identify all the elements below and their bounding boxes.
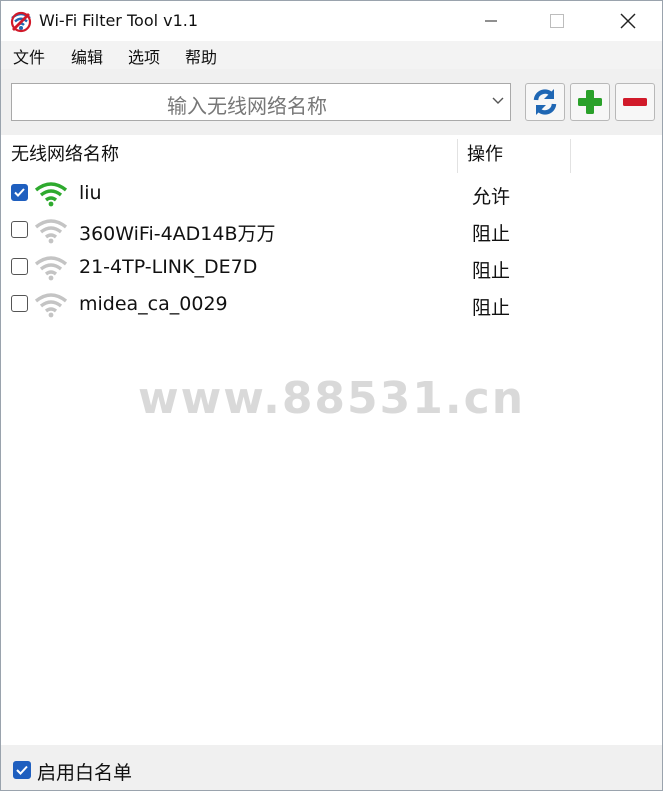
maximize-icon <box>550 14 564 28</box>
minus-icon <box>623 98 647 106</box>
column-divider[interactable] <box>457 139 458 173</box>
row-checkbox[interactable] <box>11 221 28 238</box>
checkmark-icon <box>14 188 25 197</box>
menu-bar: 文件 编辑 选项 帮助 <box>1 41 662 69</box>
column-divider[interactable] <box>570 139 571 173</box>
table-row[interactable]: 360WiFi-4AD14B万万 阻止 <box>5 212 662 249</box>
wifi-signal-icon <box>34 293 68 318</box>
network-list: 无线网络名称 操作 liu 允许 360WiFi-4AD14B万万 阻止 21-… <box>5 137 662 743</box>
network-action[interactable]: 允许 <box>472 182 510 209</box>
network-action[interactable]: 阻止 <box>472 219 510 246</box>
network-name-placeholder: 输入无线网络名称 <box>167 94 327 118</box>
minimize-icon <box>485 20 497 22</box>
wifi-filter-app-icon <box>10 11 32 33</box>
table-row[interactable]: liu 允许 <box>5 175 662 212</box>
network-name: liu <box>79 182 102 204</box>
network-action[interactable]: 阻止 <box>472 256 510 283</box>
minimize-button[interactable] <box>468 1 514 41</box>
title-bar: Wi-Fi Filter Tool v1.1 <box>1 1 662 41</box>
watermark-text: www.88531.cn <box>137 373 526 424</box>
app-window: Wi-Fi Filter Tool v1.1 文件 编辑 选项 帮助 输入无线网… <box>0 0 663 791</box>
close-button[interactable] <box>605 1 651 41</box>
row-checkbox[interactable] <box>11 295 28 312</box>
wifi-signal-icon <box>34 219 68 244</box>
column-header-network-name[interactable]: 无线网络名称 <box>11 137 119 173</box>
column-header-action[interactable]: 操作 <box>467 137 503 173</box>
wifi-signal-icon <box>34 182 68 207</box>
network-name: midea_ca_0029 <box>79 293 228 315</box>
network-name: 21-4TP-LINK_DE7D <box>79 256 258 278</box>
maximize-button[interactable] <box>534 1 580 41</box>
network-name-combobox[interactable]: 输入无线网络名称 <box>11 83 511 121</box>
menu-options[interactable]: 选项 <box>128 44 160 68</box>
wifi-signal-icon <box>34 256 68 281</box>
status-bar: 启用白名单 <box>1 745 662 790</box>
window-title: Wi-Fi Filter Tool v1.1 <box>39 11 199 30</box>
add-button[interactable] <box>570 83 610 121</box>
network-action[interactable]: 阻止 <box>472 293 510 320</box>
network-name: 360WiFi-4AD14B万万 <box>79 223 276 245</box>
table-row[interactable]: 21-4TP-LINK_DE7D 阻止 <box>5 249 662 286</box>
row-checkbox[interactable] <box>11 258 28 275</box>
menu-help[interactable]: 帮助 <box>185 44 217 68</box>
plus-icon <box>578 90 602 114</box>
close-icon <box>620 13 636 29</box>
menu-edit[interactable]: 编辑 <box>71 44 103 68</box>
chevron-down-icon[interactable] <box>492 97 504 105</box>
refresh-button[interactable] <box>525 83 565 121</box>
whitelist-checkbox[interactable] <box>13 761 31 779</box>
refresh-icon <box>533 89 557 115</box>
checkmark-icon <box>16 765 28 775</box>
menu-file[interactable]: 文件 <box>13 44 45 68</box>
toolbar: 输入无线网络名称 <box>1 69 662 135</box>
table-row[interactable]: midea_ca_0029 阻止 <box>5 286 662 323</box>
whitelist-label[interactable]: 启用白名单 <box>37 758 132 785</box>
row-checkbox[interactable] <box>11 184 28 201</box>
remove-button[interactable] <box>615 83 655 121</box>
